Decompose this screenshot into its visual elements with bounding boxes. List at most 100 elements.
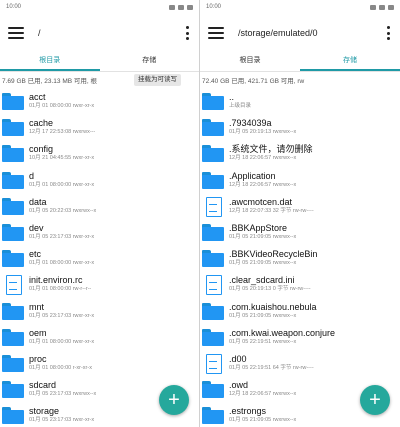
storage-info: 7.69 GB 已用, 23.13 MB 可用, 根 xyxy=(2,78,98,85)
more-options-icon[interactable] xyxy=(183,26,191,40)
right-file-pane: 10:00 /storage/emulated/0 根目录 存储 72.40 G… xyxy=(200,0,400,427)
list-item[interactable]: mnt 01月 05 23:17:03 rwxr-xr-x xyxy=(0,298,199,324)
file-name: cache xyxy=(29,118,54,129)
file-meta: 12月 17 22:53:08 rwxrwx--- xyxy=(29,129,96,136)
add-button[interactable]: + xyxy=(360,385,390,415)
folder-icon xyxy=(2,406,24,425)
folder-icon xyxy=(202,92,224,111)
list-item[interactable]: .系统文件，请勿删除 12月 18 22:06:57 rwxrwx--x xyxy=(200,140,400,166)
list-item[interactable]: acct 01月 01 08:00:00 rwxr-xr-x xyxy=(0,88,199,114)
list-item[interactable]: dev 01月 05 23:17:03 rwxr-xr-x xyxy=(0,219,199,245)
folder-icon xyxy=(202,171,224,189)
list-item-text: .owd 12月 18 22:06:57 rwxrwx--x xyxy=(229,380,296,398)
file-name: .owd xyxy=(229,380,249,391)
folder-icon xyxy=(2,302,24,320)
list-item[interactable]: .clear_sdcard.ini 01月 05 20:19:13 0 字节 rw… xyxy=(200,271,400,297)
status-time: 10:00 xyxy=(6,4,22,10)
file-name: data xyxy=(29,196,47,207)
list-item-text: mnt 01月 05 23:17:03 rwxr-xr-x xyxy=(29,302,94,320)
folder-icon xyxy=(2,92,24,111)
folder-icon xyxy=(2,249,24,268)
list-item-text: .estrongs 01月 05 21:09:05 rwxrwx--x xyxy=(229,406,296,424)
file-name: .com.kwai.weapon.conjure xyxy=(229,327,336,338)
list-item[interactable]: .. 上级目录 xyxy=(200,88,400,114)
list-item[interactable]: .BBKVideoRecycleBin 01月 05 21:09:05 rwxrw… xyxy=(200,245,400,271)
file-meta: 01月 05 20:22:03 rwxrwx--x xyxy=(29,207,97,214)
battery-icon xyxy=(388,4,394,10)
list-item[interactable]: .awcmotcen.dat 12月 18 22:07:33 32 字节 rw-r… xyxy=(200,193,400,219)
file-meta: 01月 05 21:09:05 rwxrwx--x xyxy=(229,312,297,319)
tab-root[interactable]: 根目录 xyxy=(0,52,100,71)
file-name: .estrongs xyxy=(229,406,267,417)
folder-icon xyxy=(2,380,24,399)
storage-info-bar: 72.40 GB 已用, 421.71 GB 可用, rw xyxy=(200,72,400,88)
list-item[interactable]: d 01月 01 08:00:00 rwxr-xr-x xyxy=(0,167,199,193)
menu-icon[interactable] xyxy=(208,27,224,39)
file-name: .BBKVideoRecycleBin xyxy=(229,249,318,260)
signal-icon xyxy=(169,4,175,10)
file-icon xyxy=(202,353,224,374)
file-name: init.environ.rc xyxy=(29,275,83,286)
list-item[interactable]: data 01月 05 20:22:03 rwxrwx--x xyxy=(0,193,199,219)
add-button[interactable]: + xyxy=(159,385,189,415)
folder-icon xyxy=(202,302,224,320)
folder-icon xyxy=(2,144,24,163)
storage-info: 72.40 GB 已用, 421.71 GB 可用, rw xyxy=(202,78,305,85)
folder-icon xyxy=(2,171,24,189)
tab-bar: 根目录 存储 xyxy=(0,52,199,72)
list-item-text: etc 01月 01 08:00:00 rwxr-xr-x xyxy=(29,249,94,267)
tab-storage[interactable]: 存储 xyxy=(300,52,400,71)
list-item-text: storage 01月 05 23:17:03 rwxr-xr-x xyxy=(29,406,94,424)
list-item-text: .Application 12月 18 22:06:57 rwxrwx--x xyxy=(229,171,296,189)
list-item[interactable]: cache 12月 17 22:53:08 rwxrwx--- xyxy=(0,114,199,140)
list-item-text: .7934039a 01月 05 20:19:13 rwxrwx--x xyxy=(229,118,296,136)
status-bar: 10:00 xyxy=(0,0,199,14)
list-item[interactable]: .d00 01月 05 22:19:51 64 字节 rw-rw---- xyxy=(200,350,400,376)
file-name: .. xyxy=(229,92,235,103)
list-item-text: proc 01月 01 08:00:00 r-xr-xr-x xyxy=(29,354,92,372)
folder-icon xyxy=(202,144,224,163)
list-item[interactable]: .BBKAppStore 01月 05 21:09:05 rwxrwx--x xyxy=(200,219,400,245)
folder-icon xyxy=(2,197,24,215)
list-item-text: init.environ.rc 01月 01 08:00:00 rw-r--r-- xyxy=(29,275,91,293)
file-name: acct xyxy=(29,92,46,103)
list-item[interactable]: .com.kuaishou.nebula 01月 05 21:09:05 rwxr… xyxy=(200,298,400,324)
file-meta: 12月 18 22:06:57 rwxrwx--x xyxy=(229,391,297,398)
file-name: config xyxy=(29,144,54,155)
file-meta: 上级目录 xyxy=(229,103,252,110)
file-icon xyxy=(202,275,224,296)
folder-icon xyxy=(202,223,224,242)
list-item[interactable]: proc 01月 01 08:00:00 r-xr-xr-x xyxy=(0,350,199,376)
path-title: /storage/emulated/0 xyxy=(238,28,318,38)
list-item-text: .awcmotcen.dat 12月 18 22:07:33 32 字节 rw-r… xyxy=(229,197,314,215)
file-meta: 12月 18 22:06:57 rwxrwx--x xyxy=(229,155,297,162)
file-meta: 01月 05 20:19:13 0 字节 rw-rw---- xyxy=(229,286,311,293)
list-item[interactable]: oem 01月 01 08:00:00 rwxr-xr-x xyxy=(0,324,199,350)
list-item-text: .com.kuaishou.nebula 01月 05 21:09:05 rwxr… xyxy=(229,302,317,320)
list-item[interactable]: .7934039a 01月 05 20:19:13 rwxrwx--x xyxy=(200,114,400,140)
more-options-icon[interactable] xyxy=(384,26,392,40)
mount-rw-button[interactable]: 挂载为可读写 xyxy=(134,74,181,86)
list-item[interactable]: etc 01月 01 08:00:00 rwxr-xr-x xyxy=(0,245,199,271)
list-item-text: .BBKAppStore 01月 05 21:09:05 rwxrwx--x xyxy=(229,223,296,241)
battery-icon xyxy=(187,4,193,10)
file-name: .clear_sdcard.ini xyxy=(229,275,295,286)
file-meta: 01月 05 23:17:03 rwxr-xr-x xyxy=(29,234,95,241)
list-item[interactable]: init.environ.rc 01月 01 08:00:00 rw-r--r-- xyxy=(0,271,199,297)
file-meta: 01月 05 21:09:05 rwxrwx--x xyxy=(229,234,297,241)
list-item[interactable]: .Application 12月 18 22:06:57 rwxrwx--x xyxy=(200,167,400,193)
file-meta: 01月 01 08:00:00 rw-r--r-- xyxy=(29,286,92,293)
file-meta: 12月 18 22:07:33 32 字节 rw-rw---- xyxy=(229,207,314,214)
list-item[interactable]: config 10月 21 04:45:55 rwxr-xr-x xyxy=(0,140,199,166)
file-list: acct 01月 01 08:00:00 rwxr-xr-x cache 12月 17… xyxy=(0,88,199,427)
folder-icon xyxy=(202,118,224,137)
folder-icon xyxy=(202,406,224,425)
path-title: / xyxy=(38,28,41,38)
menu-icon[interactable] xyxy=(8,27,24,39)
folder-icon xyxy=(2,118,24,137)
signal-icon xyxy=(370,4,376,10)
tab-storage[interactable]: 存储 xyxy=(100,52,200,71)
status-bar: 10:00 xyxy=(200,0,400,14)
tab-root[interactable]: 根目录 xyxy=(200,52,300,71)
list-item[interactable]: .com.kwai.weapon.conjure 01月 05 22:19:51 … xyxy=(200,324,400,350)
